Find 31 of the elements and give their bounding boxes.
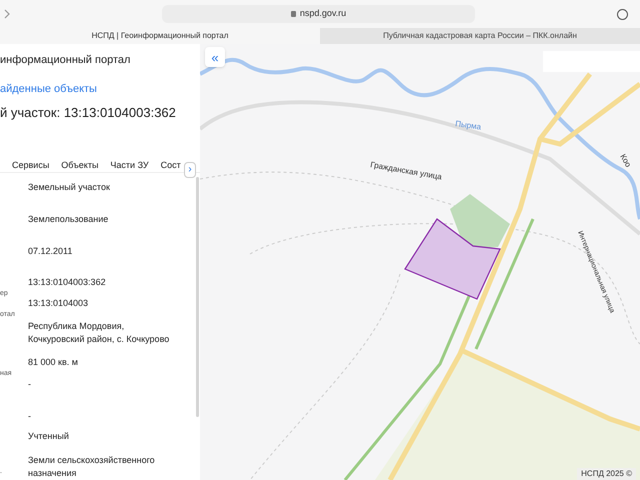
field-value: Землепользование xyxy=(28,213,110,226)
back-link[interactable]: айденные объекты xyxy=(0,80,200,97)
field-value: - xyxy=(28,378,32,391)
field-value: - xyxy=(28,410,32,423)
meadow-area xyxy=(450,194,510,249)
tab-scroll-button[interactable]: › xyxy=(184,162,196,178)
panel-tab[interactable]: Сост xyxy=(160,158,181,172)
field-value: 07.12.2011 xyxy=(28,245,74,258)
collapse-panel-button[interactable]: « xyxy=(205,47,225,67)
field-value: Земли сельскохозяйственного назначения xyxy=(28,454,156,480)
scrollbar[interactable] xyxy=(196,177,199,417)
panel-tab[interactable]: Объекты xyxy=(61,158,98,172)
field-value: 13:13:0104003:362 xyxy=(28,276,107,289)
field-value: Земельный участок xyxy=(28,181,111,194)
field-value: 81 000 кв. м xyxy=(28,356,79,369)
forward-icon[interactable] xyxy=(4,9,10,19)
field-value: 13:13:0104003 xyxy=(28,297,90,310)
object-title: й участок: 13:13:0104003:362 xyxy=(0,104,177,122)
panel-tab[interactable]: Сервисы xyxy=(12,158,50,172)
field-value: Республика Мордовия, Кочкуровский район, с. Кочкурово xyxy=(28,320,170,346)
portal-title: информационный портал xyxy=(0,53,132,68)
panel-tab[interactable]: Части ЗУ xyxy=(110,158,149,172)
browser-tab[interactable]: НСПД | Геоинформационный портал xyxy=(0,28,320,44)
field-value: Учтенный xyxy=(28,430,70,443)
address-bar[interactable]: nspd.gov.ru xyxy=(162,5,475,23)
land-parcel[interactable] xyxy=(404,218,501,300)
river-label: Пырма xyxy=(454,119,482,132)
street-label: Коо xyxy=(618,152,633,169)
url-text: nspd.gov.ru xyxy=(300,7,346,20)
lock-icon xyxy=(290,11,296,17)
attribution-text: НСПД 2025 © xyxy=(577,468,636,480)
